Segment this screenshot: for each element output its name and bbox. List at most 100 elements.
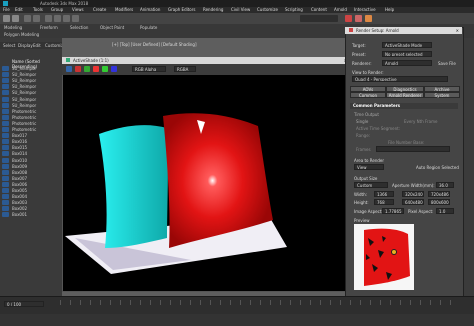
render-setup-icon[interactable] <box>345 15 352 22</box>
view-to-render-dropdown[interactable]: Quad 4 - Perspective <box>352 76 448 82</box>
layer-toggle-icon[interactable] <box>2 200 9 206</box>
scene-list-item[interactable]: Box006 <box>12 182 60 187</box>
aperture-field[interactable]: 36.0 <box>436 182 454 188</box>
ribbon-tab-freeform[interactable]: Freeform <box>40 25 58 30</box>
active-segment-radio[interactable]: Active Time Segment: <box>356 126 400 131</box>
display-dropdown[interactable]: RGBA <box>174 66 196 72</box>
viewport-label[interactable]: [+] [Top] [User Defined] [Default Shadin… <box>112 42 197 47</box>
layer-toggle-icon[interactable] <box>2 90 9 96</box>
height-field[interactable]: 768 <box>374 199 394 205</box>
move-icon[interactable] <box>54 15 61 22</box>
time-slider[interactable]: 0 / 100 <box>4 301 44 307</box>
layer-toggle-icon[interactable] <box>2 66 9 71</box>
width-field[interactable]: 1366 <box>374 191 394 197</box>
save-image-icon[interactable] <box>66 66 72 72</box>
single-radio[interactable]: Single <box>356 119 368 124</box>
scale-icon[interactable] <box>72 15 79 22</box>
rotate-icon[interactable] <box>63 15 70 22</box>
ribbon-tab-selection[interactable]: Selection <box>70 25 88 30</box>
scene-list-item[interactable]: Box002 <box>12 206 60 211</box>
scene-list-item[interactable]: SU_Reimpor <box>12 103 60 108</box>
selection-set-dropdown[interactable] <box>300 15 338 22</box>
unlink-icon[interactable] <box>33 15 40 22</box>
layer-toggle-icon[interactable] <box>2 181 9 187</box>
scene-list-item[interactable]: Photometric <box>12 109 60 114</box>
scene-list-item[interactable]: Box015 <box>12 145 60 150</box>
scene-list-item[interactable]: Photometric <box>12 127 60 132</box>
auto-region-checkbox[interactable]: Auto Region Selected <box>416 165 459 170</box>
pixel-aspect-field[interactable]: 1.0 <box>436 208 454 214</box>
ribbon-tab-populate[interactable]: Populate <box>140 25 157 30</box>
layer-toggle-icon[interactable] <box>2 133 9 139</box>
scene-list-item[interactable]: Box014 <box>12 151 60 156</box>
layer-toggle-icon[interactable] <box>2 114 9 120</box>
render-icon[interactable] <box>365 15 372 22</box>
preset-720x486-button[interactable]: 720x486 <box>428 191 450 197</box>
layer-toggle-icon[interactable] <box>2 206 9 212</box>
preset-320x240-button[interactable]: 320x240 <box>402 191 424 197</box>
layer-toggle-icon[interactable] <box>2 169 9 175</box>
target-dropdown[interactable]: ActiveShade Mode <box>382 42 432 48</box>
link-icon[interactable] <box>24 15 31 22</box>
scene-list-item[interactable]: Box005 <box>12 188 60 193</box>
close-icon[interactable]: ✕ <box>456 27 459 34</box>
save-file-checkbox[interactable]: Save File <box>438 61 456 66</box>
renderer-dropdown[interactable]: Arnold <box>382 60 432 66</box>
layer-toggle-icon[interactable] <box>2 188 9 193</box>
undo-icon[interactable] <box>3 15 10 22</box>
layer-toggle-icon[interactable] <box>2 157 9 163</box>
preset-800x600-button[interactable]: 800x600 <box>428 199 450 205</box>
select-icon[interactable] <box>45 15 52 22</box>
tab-select[interactable]: Select <box>3 43 15 48</box>
scene-list-item[interactable]: Box009 <box>12 164 60 169</box>
image-aspect-field[interactable]: 1.77865 <box>382 208 404 214</box>
scene-list-item[interactable]: Box016 <box>12 139 60 144</box>
layer-toggle-icon[interactable] <box>2 175 9 181</box>
scene-list-item[interactable]: Box004 <box>12 194 60 199</box>
green-channel-icon[interactable] <box>102 66 108 72</box>
layer-toggle-icon[interactable] <box>2 84 9 90</box>
scene-list-item[interactable]: SU_Reimpor <box>12 84 60 89</box>
layer-toggle-icon[interactable] <box>2 108 9 114</box>
timeline[interactable]: 0 / 100 <box>0 296 474 315</box>
scene-list-item[interactable]: SU_Reimpor <box>12 90 60 95</box>
tab-display[interactable]: Display <box>18 43 33 48</box>
scene-list-item[interactable]: SU_Reimpor <box>12 97 60 102</box>
scene-list-item[interactable]: SU_Reimpor <box>12 66 60 71</box>
tab-arnold-renderer[interactable]: Arnold Renderer <box>386 92 424 98</box>
layer-toggle-icon[interactable] <box>2 145 9 151</box>
layer-toggle-icon[interactable] <box>2 72 9 78</box>
layer-toggle-icon[interactable] <box>2 78 9 84</box>
layer-toggle-icon[interactable] <box>2 102 9 108</box>
redo-icon[interactable] <box>12 15 19 22</box>
channel-dropdown[interactable]: RGB Alpha <box>132 66 166 72</box>
render-frame-icon[interactable] <box>355 15 362 22</box>
activeshade-window[interactable] <box>62 57 352 292</box>
preset-640x480-button[interactable]: 640x480 <box>402 199 424 205</box>
frames-field[interactable] <box>376 146 450 152</box>
ribbon-tab-object-paint[interactable]: Object Paint <box>100 25 124 30</box>
tab-common[interactable]: Common <box>350 92 386 98</box>
scene-list-item[interactable]: Box017 <box>12 133 60 138</box>
layer-toggle-icon[interactable] <box>2 139 9 145</box>
output-size-dropdown[interactable]: Custom <box>354 182 388 188</box>
scene-list-item[interactable]: Photometric <box>12 115 60 120</box>
refresh-icon[interactable] <box>84 66 90 72</box>
layer-toggle-icon[interactable] <box>2 194 9 200</box>
ribbon-tab-modeling[interactable]: Modeling <box>4 25 22 30</box>
scene-list-item[interactable]: Box008 <box>12 170 60 175</box>
scene-list-item[interactable]: Box010 <box>12 158 60 163</box>
common-parameters-header[interactable]: Common Parameters <box>350 103 458 109</box>
red-channel-icon[interactable] <box>93 66 99 72</box>
tab-system[interactable]: System <box>424 92 460 98</box>
blue-channel-icon[interactable] <box>111 66 117 72</box>
layer-toggle-icon[interactable] <box>2 151 9 157</box>
layer-toggle-icon[interactable] <box>2 120 9 126</box>
scene-list-item[interactable]: Box007 <box>12 176 60 181</box>
layer-toggle-icon[interactable] <box>2 96 9 102</box>
scene-list-item[interactable]: Box001 <box>12 212 60 217</box>
tab-edit[interactable]: Edit <box>33 43 41 48</box>
preset-dropdown[interactable]: No preset selected <box>382 51 432 57</box>
stop-icon[interactable] <box>75 66 81 72</box>
scene-list-item[interactable]: Box003 <box>12 200 60 205</box>
